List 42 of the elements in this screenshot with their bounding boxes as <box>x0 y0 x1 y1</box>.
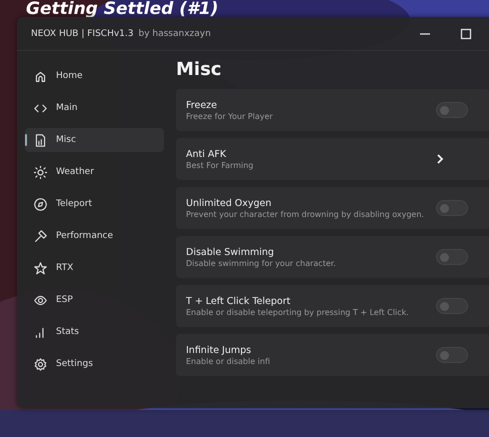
section-heading: Misc <box>176 59 222 80</box>
hammer-icon <box>34 230 47 242</box>
sidebar-item[interactable]: Main <box>25 96 164 120</box>
option-description: Enable or disable teleporting by pressing T + Left Click. <box>186 308 410 316</box>
author-text: by hassanxzayn <box>138 28 211 38</box>
code-icon <box>34 102 47 114</box>
option-title: Infinite Jumps <box>186 344 252 356</box>
sun-icon <box>34 166 47 178</box>
file-icon <box>34 134 47 146</box>
toggle-switch[interactable] <box>436 102 468 118</box>
sidebar-item[interactable]: Performance <box>25 224 164 248</box>
option-title: Disable Swimming <box>186 246 275 258</box>
sidebar-item[interactable]: Settings <box>25 352 164 376</box>
star-icon <box>34 262 47 274</box>
sidebar-item[interactable]: Weather <box>25 160 164 184</box>
option-description: Freeze for Your Player <box>186 112 274 120</box>
option-title: T + Left Click Teleport <box>186 296 292 306</box>
option-description: Disable swimming for your character. <box>186 258 337 268</box>
gear-icon <box>34 358 47 370</box>
option-title: Freeze <box>186 100 218 110</box>
option-title: Anti AFK <box>186 148 228 160</box>
sidebar-item[interactable]: Stats <box>25 320 164 344</box>
sidebar-item[interactable]: Teleport <box>25 192 164 216</box>
toggle-switch[interactable] <box>436 298 468 314</box>
sidebar-item[interactable]: RTX <box>25 256 164 280</box>
quest-title: Getting Settled (#1) <box>26 0 218 19</box>
home-icon <box>34 70 47 82</box>
maximize-icon <box>460 28 472 40</box>
window-title: NEOX HUB | FISCHv1.3 <box>31 28 134 38</box>
option-title: Unlimited Oxygen <box>186 198 272 208</box>
sidebar-item[interactable]: ESP <box>25 288 164 312</box>
sidebar-item[interactable]: Misc <box>25 128 164 152</box>
toggle-switch[interactable] <box>436 249 468 265</box>
chevron-icon[interactable] <box>436 154 444 164</box>
eye-icon <box>34 294 47 306</box>
option-description: Best For Farming <box>186 160 254 170</box>
compass-icon <box>34 198 47 210</box>
toggle-switch[interactable] <box>436 347 468 363</box>
sidebar-item[interactable]: Home <box>25 64 164 88</box>
option-description: Prevent your character from drowning by disabling oxygen. <box>186 210 425 218</box>
option-description: Enable or disable infi <box>186 356 271 366</box>
toggle-switch[interactable] <box>436 200 468 216</box>
